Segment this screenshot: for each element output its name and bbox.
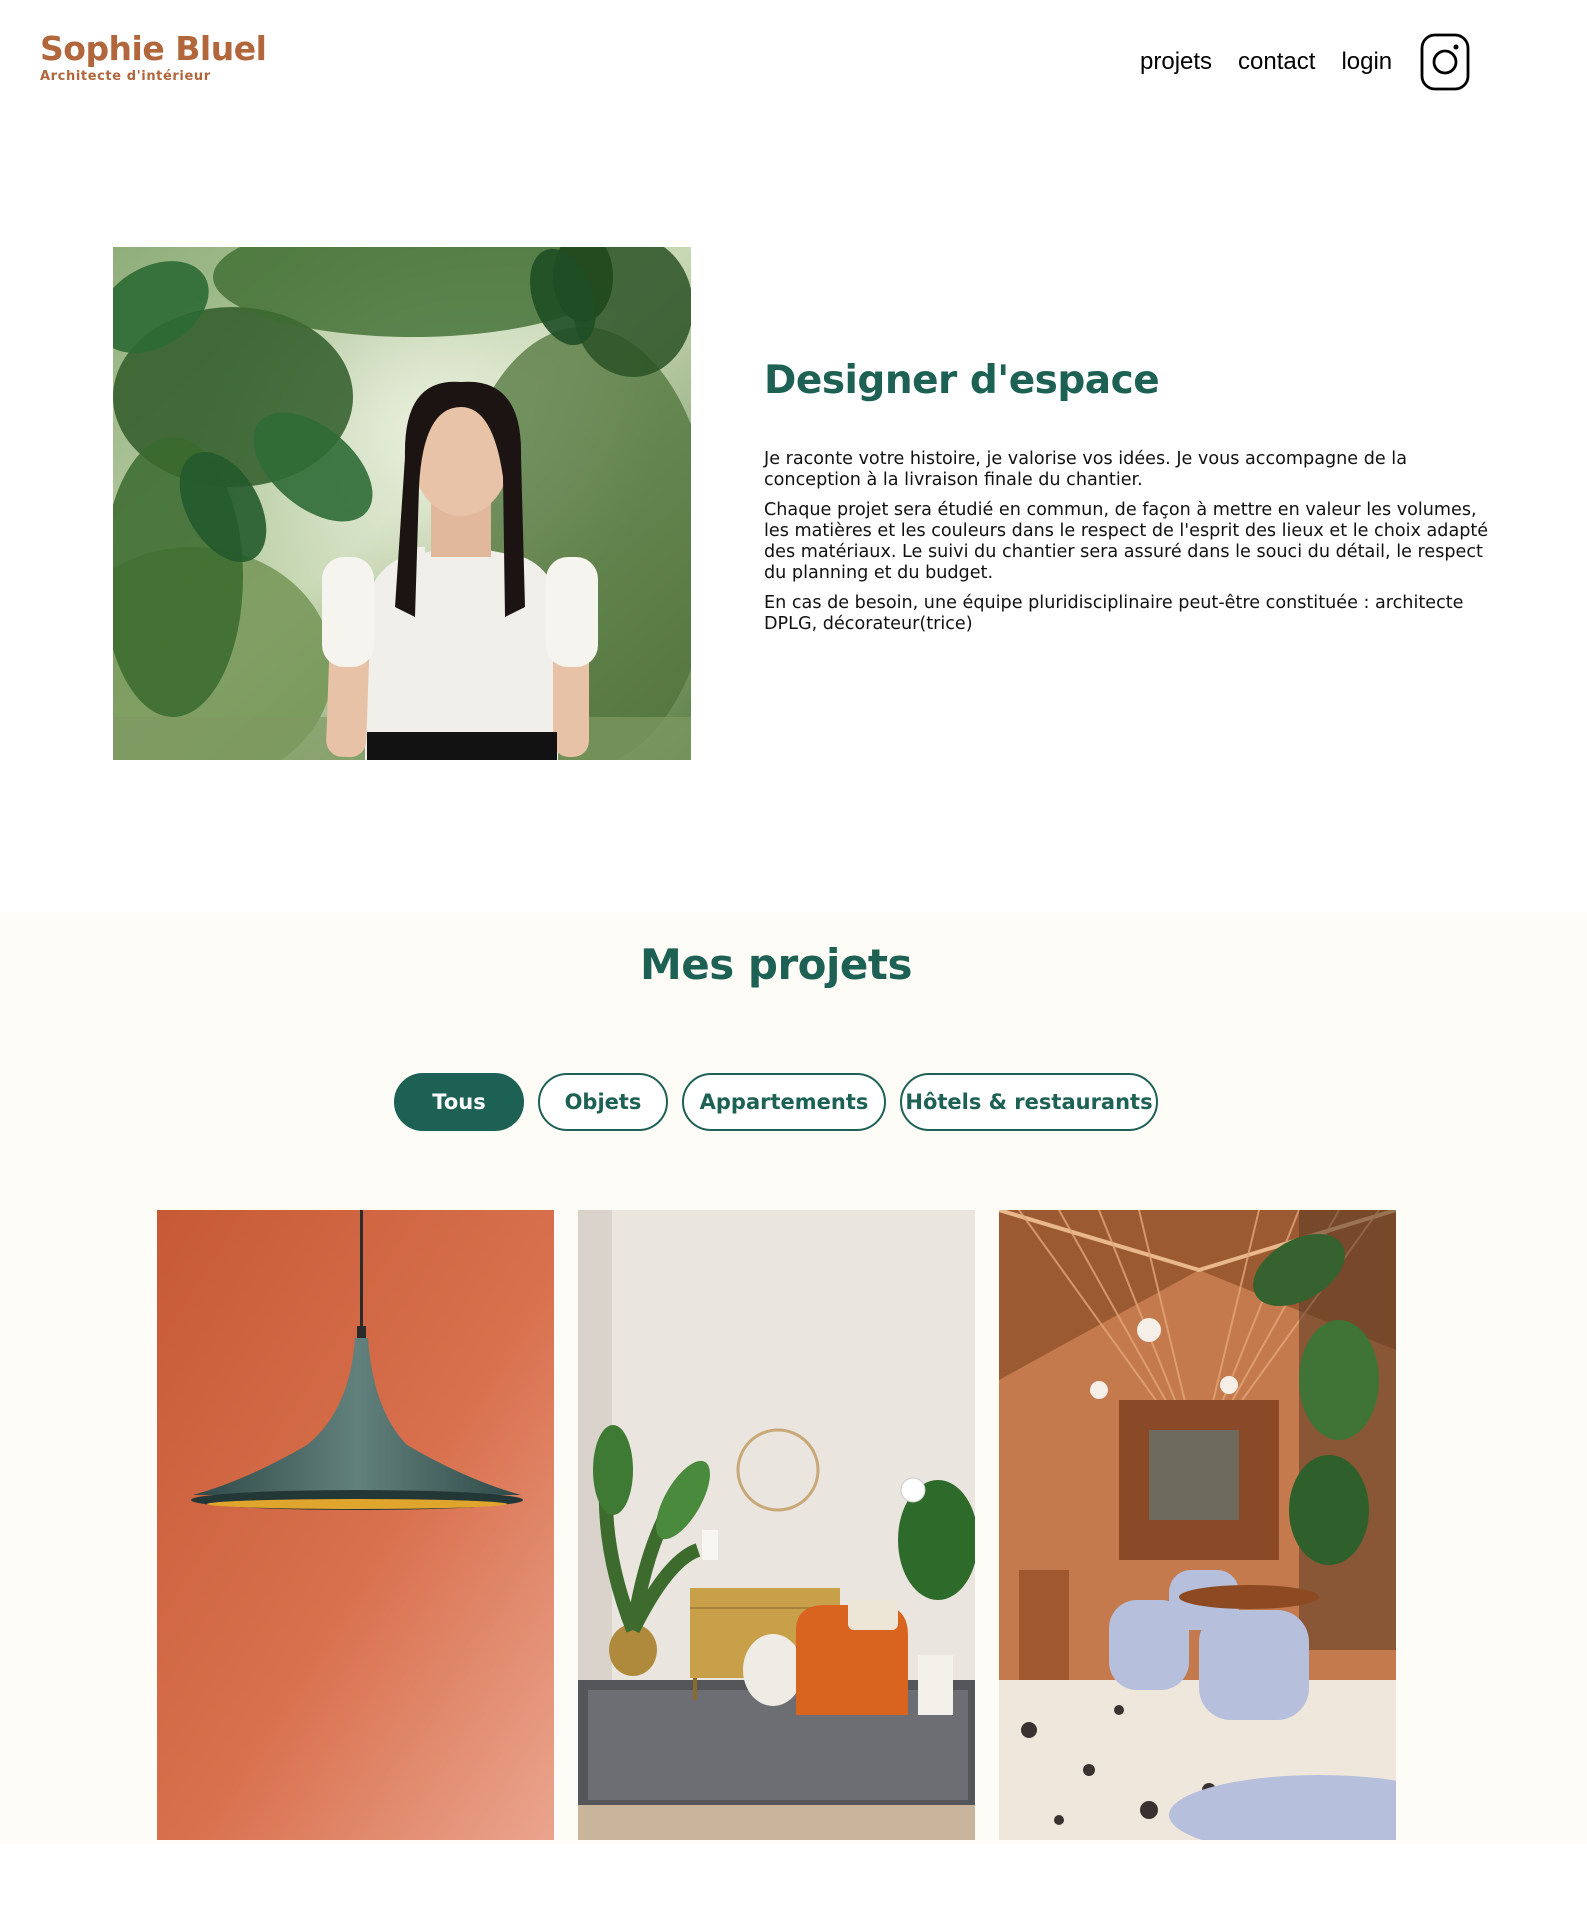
site-logo[interactable]: Sophie Bluel Architecte d'intérieur <box>40 29 267 84</box>
project-image-restaurant[interactable] <box>999 1210 1396 1840</box>
main-nav: projets contact login <box>1140 33 1470 91</box>
filter-button-hotels-restaurants[interactable]: Hôtels & restaurants <box>900 1073 1158 1131</box>
nav-link-login[interactable]: login <box>1341 48 1392 76</box>
intro-paragraph: En cas de besoin, une équipe pluridiscip… <box>764 593 1464 634</box>
intro-section: Designer d'espace Je raconte votre histo… <box>764 358 1504 644</box>
intro-paragraph: Chaque projet sera étudié en commun, de … <box>764 500 1489 583</box>
portfolio-title: Mes projets <box>640 940 913 989</box>
architect-portrait-photo <box>113 247 691 760</box>
instagram-icon[interactable] <box>1420 33 1470 91</box>
filter-bar: Tous Objets Appartements Hôtels & restau… <box>0 1073 1552 1131</box>
logo-subtitle: Architecte d'intérieur <box>40 69 211 84</box>
filter-button-tous[interactable]: Tous <box>394 1073 524 1131</box>
logo-title: Sophie Bluel <box>40 29 267 68</box>
nav-link-contact[interactable]: contact <box>1238 48 1315 76</box>
filter-button-appartements[interactable]: Appartements <box>682 1073 886 1131</box>
nav-link-projets[interactable]: projets <box>1140 48 1212 76</box>
intro-paragraph: Je raconte votre histoire, je valorise v… <box>764 449 1407 490</box>
intro-title: Designer d'espace <box>764 358 1160 403</box>
portfolio-section: Mes projets Tous Objets Appartements Hôt… <box>0 913 1587 1843</box>
project-image-lamp[interactable] <box>157 1210 554 1840</box>
project-gallery <box>157 1210 1396 1840</box>
filter-button-objets[interactable]: Objets <box>538 1073 668 1131</box>
project-image-living-room[interactable] <box>578 1210 975 1840</box>
